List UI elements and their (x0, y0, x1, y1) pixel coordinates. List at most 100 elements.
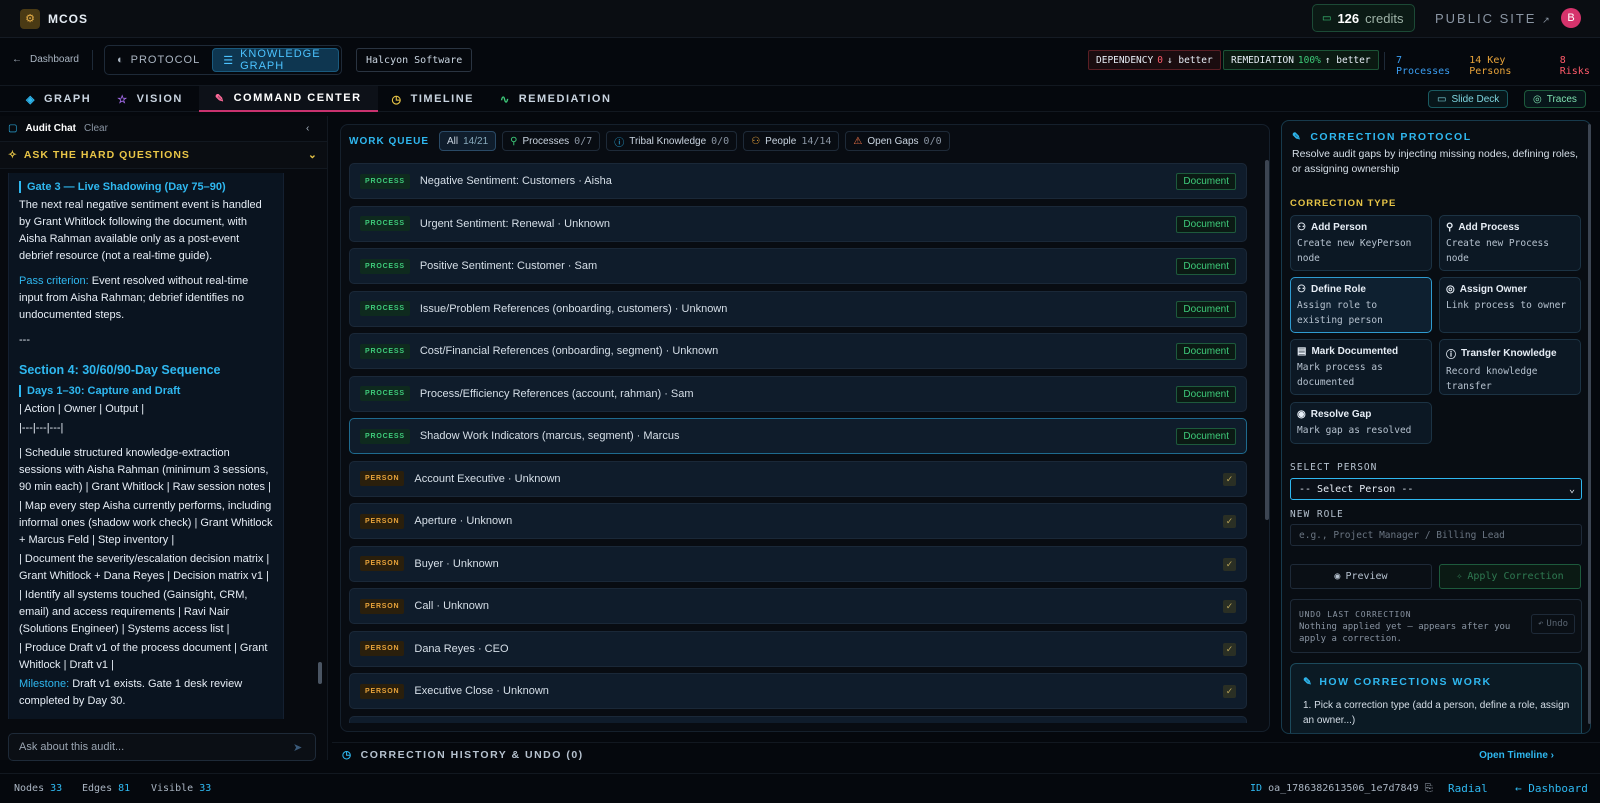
type-add-person[interactable]: ⚇ Add Person Create new KeyPerson node (1290, 215, 1432, 271)
copy-icon[interactable]: ⎘ (1425, 783, 1433, 794)
gate3-heading: Gate 3 — Live Shadowing (Day 75–90) (19, 181, 273, 193)
type-resolve-gap[interactable]: ◉ Resolve Gap Mark gap as resolved (1290, 402, 1432, 444)
tab-remediation-label: REMEDIATION (518, 93, 612, 105)
divider (92, 50, 93, 70)
queue-item[interactable]: PROCESS Cost/Financial References (onboar… (349, 333, 1247, 369)
type-add-process[interactable]: ⚲ Add Process Create new Process node (1439, 215, 1581, 271)
radial-link[interactable]: Radial (1448, 782, 1488, 795)
chat-scrollbar[interactable] (318, 662, 322, 684)
type-assign-owner[interactable]: ◎ Assign Owner Link process to owner (1439, 277, 1581, 333)
credit-card-icon: ▭ (1322, 12, 1332, 24)
slide-deck-button[interactable]: ▭ Slide Deck (1428, 90, 1509, 108)
document-button[interactable]: Document (1176, 173, 1236, 190)
back-label: Dashboard (30, 54, 79, 65)
back-to-dashboard[interactable]: ← Dashboard (12, 54, 79, 65)
queue-item[interactable]: PERSON Aperture · Unknown ✓ (349, 503, 1247, 539)
check-icon[interactable]: ✓ (1223, 472, 1236, 486)
undo-icon: ↶ (1538, 619, 1544, 629)
ask-questions-label: ASK THE HARD QUESTIONS (23, 149, 190, 161)
filter-processes[interactable]: ⚲ Processes 0/7 (502, 131, 601, 151)
dashboard-link[interactable]: ← Dashboard (1515, 782, 1588, 795)
protocol-scrollbar[interactable] (1588, 124, 1591, 724)
visible-count: 33 (199, 783, 212, 794)
external-link-icon: ↗ (1542, 15, 1552, 25)
work-queue-title: WORK QUEUE (349, 135, 429, 147)
chevron-down-icon: ⌄ (308, 149, 318, 161)
clear-chat-button[interactable]: Clear (84, 123, 108, 134)
type-desc: Create new Process node (1446, 238, 1549, 264)
filter-people[interactable]: ⚇ People 14/14 (743, 131, 840, 151)
tab-graph[interactable]: ◈ GRAPH (0, 86, 107, 112)
type-transfer-knowledge[interactable]: ⓘ Transfer Knowledge Record knowledge tran… (1439, 339, 1581, 395)
check-icon[interactable]: ✓ (1223, 642, 1236, 656)
queue-item[interactable]: PERSONMarcus Feld · CEO✓ (349, 715, 1247, 723)
mode-knowledge-graph[interactable]: ☰ KNOWLEDGE GRAPH (212, 48, 339, 72)
app-logo[interactable]: ⚙ (20, 8, 40, 29)
new-role-input[interactable]: e.g., Project Manager / Billing Lead (1290, 524, 1582, 546)
apply-correction-button[interactable]: ✧ Apply Correction (1439, 564, 1581, 589)
document-button[interactable]: Document (1176, 343, 1236, 360)
queue-item[interactable]: PROCESS Negative Sentiment: Customers · A… (349, 163, 1247, 199)
credits-badge[interactable]: ▭ 126 credits (1312, 4, 1415, 32)
filter-open-gaps[interactable]: ⚠ Open Gaps 0/0 (845, 131, 950, 151)
tab-timeline[interactable]: ◷ TIMELINE (378, 86, 490, 112)
traces-button[interactable]: ◎ Traces (1524, 90, 1586, 108)
type-define-role[interactable]: ⚇ Define Role Assign role to existing pers… (1290, 277, 1432, 333)
queue-item[interactable]: PROCESS Process/Efficiency References (ac… (349, 375, 1247, 412)
type-title: Mark Documented (1311, 346, 1399, 357)
select-person-dropdown[interactable]: -- Select Person -- ⌄ (1290, 478, 1582, 500)
person-tag: PERSON (360, 471, 405, 486)
queue-scrollbar[interactable] (1265, 160, 1269, 520)
chat-table-row: | Identify all systems touched (Gainsigh… (19, 589, 248, 635)
document-button[interactable]: Document (1176, 300, 1236, 318)
chat-table-separator: |---|---|---| (19, 422, 64, 434)
tab-vision[interactable]: ☆ VISION (107, 86, 199, 112)
wrench-icon: ✎ (1303, 676, 1314, 688)
check-icon[interactable]: ✓ (1223, 685, 1236, 698)
chat-table-row: | Produce Draft v1 of the process docume… (19, 642, 268, 671)
queue-item[interactable]: PROCESS Urgent Sentiment: Renewal · Unkno… (349, 205, 1247, 242)
type-mark-documented[interactable]: ▤ Mark Documented Mark process as document… (1290, 339, 1432, 395)
queue-item-title: Dana Reyes · CEO (414, 642, 509, 655)
collapse-icon[interactable]: ‹ (306, 123, 309, 134)
preview-button[interactable]: ◉ Preview (1290, 564, 1432, 589)
queue-item[interactable]: PERSON Executive Close · Unknown ✓ (349, 673, 1247, 709)
queue-item[interactable]: PERSON Account Executive · Unknown ✓ (349, 460, 1247, 497)
mode-knowledge-graph-label: KNOWLEDGE GRAPH (240, 48, 321, 72)
public-site-link[interactable]: PUBLIC SITE ↗ (1435, 11, 1552, 26)
tab-command-center[interactable]: ✎ COMMAND CENTER (198, 86, 378, 112)
check-icon[interactable]: ✓ (1223, 557, 1236, 571)
process-tag: PROCESS (360, 301, 410, 316)
chat-input[interactable]: Ask about this audit... ➤ (8, 733, 316, 761)
document-button[interactable]: Document (1176, 385, 1236, 403)
ask-questions-header[interactable]: ✧ ASK THE HARD QUESTIONS ⌄ (0, 141, 327, 169)
check-icon[interactable]: ✓ (1223, 600, 1236, 613)
send-icon[interactable]: ➤ (293, 741, 302, 754)
process-tag: PROCESS (360, 216, 410, 231)
check-icon[interactable]: ✓ (1223, 515, 1236, 528)
queue-item[interactable]: PROCESS Positive Sentiment: Customer · Sa… (349, 248, 1247, 284)
open-timeline-link[interactable]: Open Timeline › (1479, 750, 1554, 761)
queue-item[interactable]: PROCESS Issue/Problem References (onboard… (349, 290, 1247, 327)
correction-type-label: CORRECTION TYPE (1290, 198, 1397, 209)
queue-item-title: Urgent Sentiment: Renewal · Unknown (419, 217, 610, 230)
process-icon: ⚲ (1446, 222, 1454, 233)
avatar[interactable]: B (1561, 8, 1581, 28)
pass-criterion-label: Pass criterion: (19, 275, 89, 287)
document-button[interactable]: Document (1176, 428, 1236, 445)
chat-icon: ▢ (8, 123, 18, 134)
wrench-icon: ✎ (214, 92, 226, 105)
chat-messages[interactable]: Gate 3 — Live Shadowing (Day 75–90) The … (8, 173, 284, 719)
queue-item[interactable]: PROCESS Shadow Work Indicators (marcus, s… (349, 418, 1247, 454)
filter-tribal-knowledge[interactable]: ⓘ Tribal Knowledge 0/0 (606, 131, 738, 151)
correction-history-bar[interactable]: ◷ CORRECTION HISTORY & UNDO (0) Open Tim… (332, 742, 1600, 766)
document-button[interactable]: Document (1176, 215, 1236, 233)
filter-all[interactable]: All 14/21 (439, 131, 497, 151)
queue-item[interactable]: PERSON Buyer · Unknown ✓ (349, 545, 1247, 582)
undo-button[interactable]: ↶ Undo (1531, 614, 1576, 634)
queue-item[interactable]: PERSON Call · Unknown ✓ (349, 588, 1247, 624)
tab-remediation[interactable]: ∿ REMEDIATION (490, 86, 627, 112)
mode-protocol[interactable]: ◐ PROTOCOL (107, 48, 210, 72)
document-button[interactable]: Document (1176, 258, 1236, 275)
queue-item[interactable]: PERSON Dana Reyes · CEO ✓ (349, 630, 1247, 667)
